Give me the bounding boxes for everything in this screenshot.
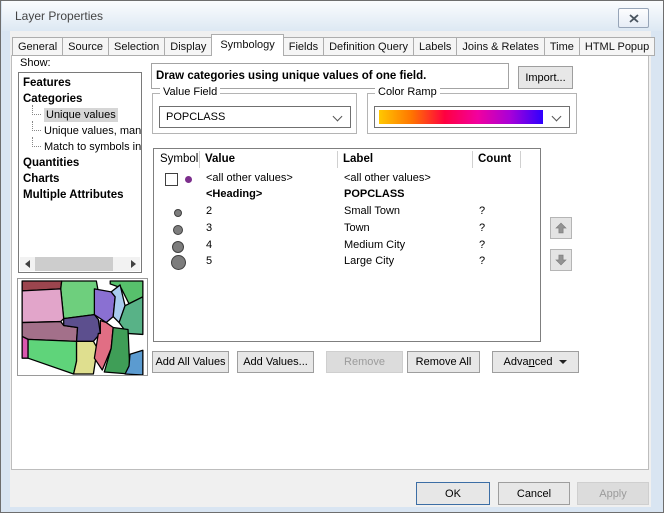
show-item-features[interactable]: Features <box>19 75 141 91</box>
title-bar: Layer Properties <box>2 1 664 31</box>
show-list: Features Categories Unique values Unique… <box>18 72 142 273</box>
close-button[interactable] <box>618 8 649 28</box>
scroll-left-icon[interactable] <box>20 257 34 271</box>
scroll-right-icon[interactable] <box>126 257 140 271</box>
show-item-quantities[interactable]: Quantities <box>19 155 141 171</box>
arrow-up-icon <box>554 221 568 235</box>
all-other-values-symbol <box>185 176 192 183</box>
symbol-circle[interactable] <box>171 255 186 270</box>
color-ramp-gradient <box>379 110 543 124</box>
color-ramp-group: Color Ramp <box>367 93 577 134</box>
advanced-button[interactable]: Advanced <box>492 351 579 373</box>
value-field-combobox[interactable]: POPCLASS <box>159 106 351 128</box>
tab-time[interactable]: Time <box>545 37 580 56</box>
arrow-down-icon <box>554 253 568 267</box>
symbol-circle[interactable] <box>172 241 184 253</box>
all-other-values-checkbox[interactable] <box>165 173 178 186</box>
table-row[interactable]: 4 Medium City ? <box>155 238 539 255</box>
import-button[interactable]: Import... <box>518 66 573 89</box>
value-field-value: POPCLASS <box>160 111 225 123</box>
tab-html-popup[interactable]: HTML Popup <box>580 37 655 56</box>
tab-symbology[interactable]: Symbology <box>211 34 283 56</box>
table-row[interactable]: <Heading> POPCLASS <box>155 187 539 204</box>
window-title: Layer Properties <box>15 9 103 23</box>
remove-button: Remove <box>326 351 403 373</box>
tree-connector <box>32 137 41 147</box>
layer-properties-dialog: Layer Properties General Source Selectio… <box>0 0 664 513</box>
chevron-down-icon[interactable] <box>552 112 562 122</box>
tab-labels[interactable]: Labels <box>414 37 457 56</box>
cancel-button[interactable]: Cancel <box>498 482 570 505</box>
symbol-circle[interactable] <box>173 225 183 235</box>
tab-source[interactable]: Source <box>63 37 109 56</box>
map-preview <box>17 278 148 376</box>
value-field-group: Value Field POPCLASS <box>152 93 357 134</box>
show-list-hscrollbar[interactable] <box>20 257 140 271</box>
symbol-circle[interactable] <box>174 209 182 217</box>
col-symbol: Symbol <box>160 153 198 165</box>
table-row[interactable]: <all other values> <all other values> <box>155 171 539 188</box>
table-row[interactable]: 3 Town ? <box>155 221 539 238</box>
remove-all-button[interactable]: Remove All <box>407 351 480 373</box>
tab-joins-relates[interactable]: Joins & Relates <box>457 37 544 56</box>
show-item-match-symbols[interactable]: Match to symbols in a <box>19 139 141 155</box>
scrollbar-thumb[interactable] <box>35 257 113 271</box>
show-item-charts[interactable]: Charts <box>19 171 141 187</box>
value-field-label: Value Field <box>160 86 220 98</box>
color-ramp-combobox[interactable] <box>374 106 570 128</box>
values-table: Symbol Value Label Count <all other valu… <box>153 148 541 342</box>
tab-definition-query[interactable]: Definition Query <box>324 37 414 56</box>
tab-general[interactable]: General <box>12 37 63 56</box>
dropdown-arrow-icon <box>559 360 567 364</box>
col-label: Label <box>343 153 373 165</box>
add-all-values-button[interactable]: Add All Values <box>152 351 229 373</box>
tab-fields[interactable]: Fields <box>284 37 324 56</box>
col-value: Value <box>205 153 235 165</box>
chevron-down-icon[interactable] <box>333 112 343 122</box>
tab-selection[interactable]: Selection <box>109 37 165 56</box>
move-down-button[interactable] <box>550 249 572 271</box>
tree-connector <box>32 105 41 115</box>
col-count: Count <box>478 153 511 165</box>
tab-display[interactable]: Display <box>165 37 212 56</box>
tab-strip: General Source Selection Display Symbolo… <box>12 34 655 56</box>
move-up-button[interactable] <box>550 217 572 239</box>
color-ramp-label: Color Ramp <box>375 86 440 98</box>
states-preview-image <box>18 279 147 375</box>
show-label: Show: <box>20 57 51 69</box>
add-values-button[interactable]: Add Values... <box>237 351 314 373</box>
close-icon <box>629 14 639 23</box>
table-row[interactable]: 2 Small Town ? <box>155 204 539 221</box>
tree-connector <box>32 121 41 131</box>
ok-button[interactable]: OK <box>416 482 490 505</box>
apply-button: Apply <box>577 482 649 505</box>
show-item-multiple-attributes[interactable]: Multiple Attributes <box>19 187 141 203</box>
table-row[interactable]: 5 Large City ? <box>155 254 539 271</box>
